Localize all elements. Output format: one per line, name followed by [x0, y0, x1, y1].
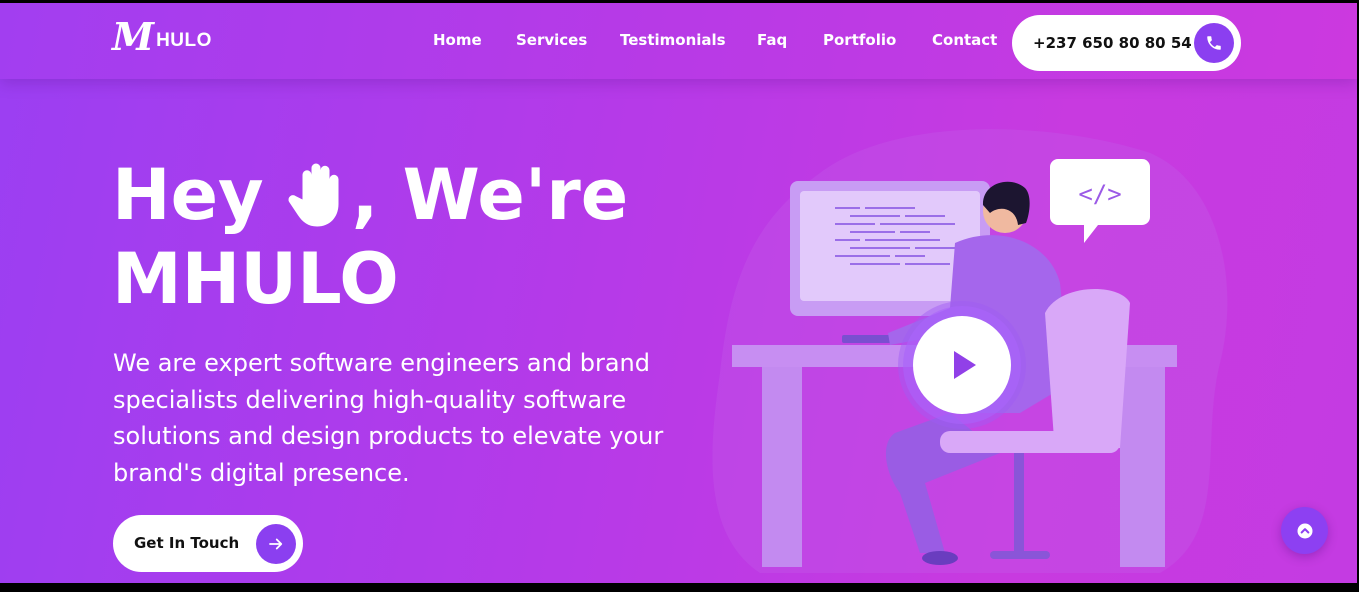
- phone-button[interactable]: +237 650 80 80 54: [1012, 15, 1241, 71]
- logo-text: HULO: [156, 30, 212, 51]
- arrow-right-icon: [256, 524, 296, 564]
- logo[interactable]: M HULO: [112, 17, 212, 57]
- raised-hand-icon: [288, 163, 339, 227]
- navbar: M HULO Home Services Testimonials Faq Po…: [0, 3, 1357, 79]
- hero-title-line-1: Hey , We're: [112, 153, 628, 237]
- play-video-button[interactable]: [898, 301, 1026, 429]
- phone-number: +237 650 80 80 54: [1033, 34, 1192, 52]
- chair-back: [1045, 289, 1130, 453]
- nav-portfolio[interactable]: Portfolio: [823, 31, 896, 49]
- hero-title: Hey , We're MHULO: [112, 153, 628, 321]
- get-in-touch-label: Get In Touch: [134, 534, 240, 552]
- desk-leg-right: [1120, 367, 1165, 567]
- person-shoe: [922, 551, 958, 565]
- chevron-up-icon: [1297, 523, 1312, 538]
- nav-services[interactable]: Services: [516, 31, 587, 49]
- phone-icon: [1194, 23, 1234, 63]
- chair-post: [1014, 453, 1024, 553]
- hero-title-line-2: MHULO: [112, 238, 399, 320]
- chair-seat: [940, 431, 1120, 453]
- nav-faq[interactable]: Faq: [757, 31, 787, 49]
- nav-testimonials[interactable]: Testimonials: [620, 31, 726, 49]
- hero-title-were: , We're: [351, 154, 629, 236]
- logo-mark: M: [112, 14, 155, 59]
- nav-home[interactable]: Home: [433, 31, 482, 49]
- play-icon: [913, 316, 1011, 414]
- hero-description: We are expert software engineers and bra…: [113, 349, 664, 487]
- scroll-to-top-button[interactable]: [1281, 507, 1328, 554]
- code-bubble-text: </>: [1078, 180, 1121, 208]
- desk-leg-left: [762, 367, 802, 567]
- chair-base: [990, 551, 1050, 559]
- get-in-touch-button[interactable]: Get In Touch: [113, 515, 303, 572]
- page-frame: M HULO Home Services Testimonials Faq Po…: [0, 3, 1357, 583]
- hero-title-hey: Hey: [112, 154, 264, 236]
- nav-contact[interactable]: Contact: [932, 31, 997, 49]
